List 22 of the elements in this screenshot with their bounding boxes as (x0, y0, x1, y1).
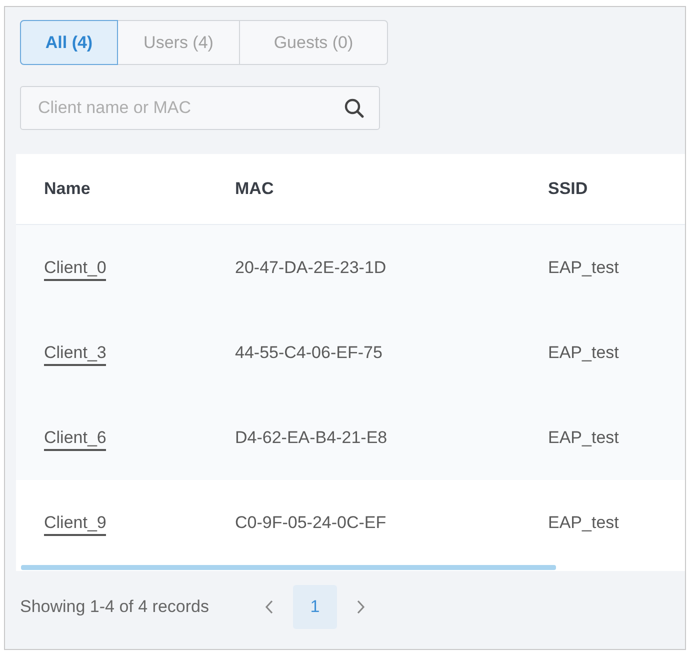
column-header: SSID (548, 179, 588, 198)
chevron-right-icon (357, 600, 365, 614)
ssid-text: EAP_test (548, 342, 619, 362)
client-name-link[interactable]: Client_0 (44, 258, 106, 280)
horizontal-scrollbar[interactable] (21, 565, 556, 570)
client-name-link[interactable]: Client_6 (44, 428, 106, 450)
mac-address: D4-62-EA-B4-21-E8 (235, 428, 388, 446)
records-summary: Showing 1-4 of 4 records (20, 597, 209, 617)
search-icon[interactable] (344, 98, 364, 118)
chevron-left-icon (265, 600, 273, 614)
mac-address: 20-47-DA-2E-23-1D (235, 258, 386, 276)
ssid-text: EAP_test (548, 512, 619, 532)
ssid-text: EAP_test (548, 428, 619, 446)
filter-tab[interactable]: All (4) (20, 20, 118, 65)
client-name-link[interactable]: Client_3 (44, 342, 106, 366)
column-header: Name (44, 179, 90, 198)
client-name-link[interactable]: Client_9 (44, 512, 106, 536)
ssid-text: EAP_test (548, 258, 619, 276)
search-field[interactable]: Client name or MAC (20, 86, 380, 130)
mac-address: C0-9F-05-24-0C-EF (235, 512, 386, 532)
mac-address: 44-55-C4-06-EF-75 (235, 342, 382, 362)
column-header: MAC (235, 179, 274, 198)
